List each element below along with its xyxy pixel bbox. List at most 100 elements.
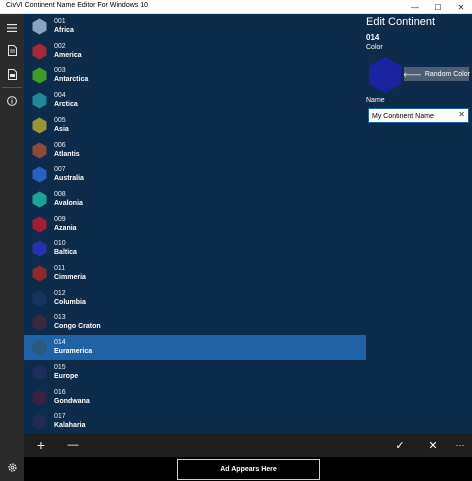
continent-code: 009	[54, 215, 66, 223]
color-hexagon	[32, 117, 47, 134]
continent-code: 006	[54, 141, 66, 149]
navigation-rail	[0, 14, 24, 450]
continent-code: 003	[54, 67, 66, 75]
continent-row[interactable]: 008 Avalonia	[24, 187, 366, 212]
continent-code: 014	[54, 339, 66, 347]
continent-name: Azania	[54, 224, 77, 232]
minimize-button[interactable]: —	[404, 0, 426, 14]
continent-code: 002	[54, 42, 66, 50]
rail-divider	[2, 87, 22, 88]
continent-code: 013	[54, 314, 66, 322]
continent-name: Avalonia	[54, 199, 83, 207]
continent-name: Arctica	[54, 101, 78, 109]
random-color-label: Random Color	[424, 70, 470, 78]
ad-strip: Ad Appears Here	[24, 457, 472, 481]
continent-name: Antarctica	[54, 76, 89, 84]
continent-name: Gondwana	[54, 397, 90, 405]
name-field[interactable]: ✕	[368, 108, 469, 123]
title-bar: CivVI Continent Name Editor For Windows …	[0, 0, 472, 19]
continent-name: Columbia	[54, 298, 86, 306]
arrow-left-icon: 🡐	[403, 71, 422, 79]
remove-icon[interactable]: —	[65, 437, 81, 453]
continent-name: Baltica	[54, 249, 77, 257]
continent-code: 004	[54, 92, 66, 100]
continent-row[interactable]: 017 Kalaharia	[24, 409, 366, 433]
clear-icon[interactable]: ✕	[458, 110, 465, 119]
document-icon[interactable]	[4, 42, 20, 58]
rail-footer	[0, 433, 24, 481]
continent-row[interactable]: 007 Australia	[24, 162, 366, 187]
continent-name: Asia	[54, 125, 69, 133]
edit-continent-panel: Edit Continent 014 Color 🡐 Random Color …	[366, 14, 472, 433]
continent-row[interactable]: 016 Gondwana	[24, 385, 366, 410]
continent-row[interactable]: 006 Atlantis	[24, 138, 366, 163]
continent-row[interactable]: 003 Antarctica	[24, 63, 366, 88]
close-window-button[interactable]: ✕	[450, 0, 472, 14]
continent-row[interactable]: 015 Europe	[24, 360, 366, 385]
continent-code: 007	[54, 166, 66, 174]
name-input[interactable]	[372, 111, 456, 121]
ad-banner[interactable]: Ad Appears Here	[177, 459, 320, 480]
color-hexagon	[32, 216, 47, 233]
color-hexagon	[32, 92, 47, 109]
continent-code: 017	[54, 413, 66, 421]
settings-gear-icon[interactable]	[4, 459, 20, 475]
continent-row[interactable]: 011 Cimmeria	[24, 261, 366, 286]
continent-row[interactable]: 001 Africa	[24, 14, 366, 39]
continent-row[interactable]: 005 Asia	[24, 113, 366, 138]
command-bar: + — ✓ ✕ ···	[24, 433, 472, 457]
color-hexagon	[32, 18, 47, 35]
color-swatch[interactable]	[368, 56, 402, 94]
continent-row[interactable]: 012 Columbia	[24, 286, 366, 311]
continent-name: Africa	[54, 27, 74, 34]
continent-row[interactable]: 014 Euramerica	[24, 335, 366, 361]
color-hexagon	[32, 191, 47, 208]
color-hexagon	[32, 364, 47, 381]
continent-name: Congo Craton	[54, 323, 101, 331]
add-icon[interactable]: +	[33, 437, 49, 453]
continent-name: Australia	[54, 175, 84, 183]
color-hexagon	[32, 67, 47, 84]
window-title: CivVI Continent Name Editor For Windows …	[6, 2, 148, 9]
color-hexagon	[32, 314, 47, 331]
continent-code: 005	[54, 116, 66, 124]
continent-row[interactable]: 013 Congo Craton	[24, 310, 366, 335]
continent-code: 011	[54, 265, 66, 272]
continent-name: Kalaharia	[54, 422, 86, 430]
color-hexagon	[32, 240, 47, 257]
more-options-icon[interactable]: ···	[452, 437, 468, 453]
checkmark-icon[interactable]: ✓	[392, 437, 408, 453]
hamburger-menu-icon[interactable]	[4, 20, 20, 36]
continent-code: 016	[54, 388, 66, 396]
document-list-icon[interactable]	[4, 66, 20, 82]
color-hexagon	[32, 265, 47, 282]
panel-heading: Edit Continent	[366, 16, 436, 28]
continent-list: 001 Africa 002 America 003 Antarctica 004 Arcti…	[24, 14, 366, 433]
color-hexagon	[32, 290, 47, 307]
continent-name: Cimmeria	[54, 274, 86, 281]
continent-code: 015	[54, 363, 66, 371]
continent-code: 008	[54, 190, 66, 198]
continent-name: Europe	[54, 372, 79, 380]
info-icon[interactable]	[4, 93, 20, 109]
continent-row[interactable]: 010 Baltica	[24, 236, 366, 261]
color-label: Color	[366, 44, 383, 51]
color-hexagon	[32, 389, 47, 405]
color-hexagon	[32, 413, 47, 430]
color-hexagon	[32, 339, 47, 356]
continent-row[interactable]: 002 America	[24, 39, 366, 64]
continent-row[interactable]: 009 Azania	[24, 212, 366, 237]
name-label: Name	[366, 97, 385, 104]
continent-code: 012	[54, 289, 66, 297]
cancel-icon[interactable]: ✕	[425, 437, 441, 453]
continent-name: Euramerica	[54, 348, 93, 356]
color-hexagon	[32, 142, 47, 158]
continent-name: Atlantis	[54, 150, 80, 158]
maximize-button[interactable]: ☐	[427, 0, 449, 14]
continent-code: 014	[366, 33, 380, 42]
continent-row[interactable]: 004 Arctica	[24, 88, 366, 113]
random-color-button[interactable]: 🡐 Random Color	[403, 67, 470, 81]
color-hexagon	[32, 43, 47, 60]
continent-code: 010	[54, 240, 66, 248]
continent-name: America	[54, 51, 82, 59]
